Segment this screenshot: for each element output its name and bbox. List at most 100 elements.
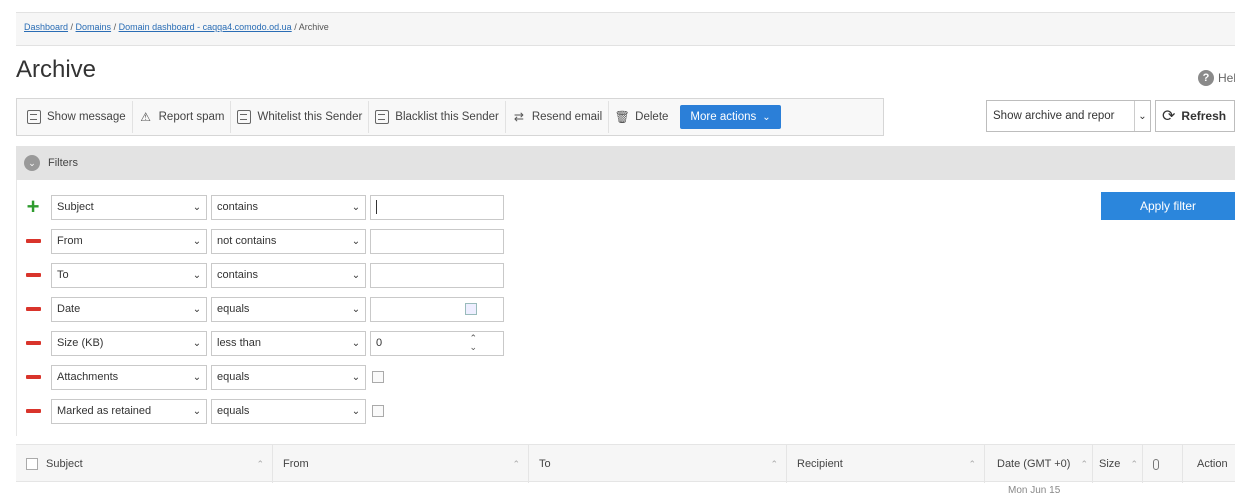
filter-field-select[interactable]: Marked as retained ⌄ [51, 398, 207, 424]
filter-operator-select[interactable]: equals ⌄ [211, 398, 366, 424]
refresh-button[interactable]: ⟳ Refresh [1155, 100, 1235, 132]
sort-icon: ⌃ [256, 458, 264, 469]
column-date[interactable]: Date (GMT +0) ⌃ [985, 445, 1093, 483]
trash-icon: 🗑 [614, 110, 630, 124]
remove-filter-button[interactable] [25, 233, 41, 249]
chevron-down-icon: ⌄ [192, 269, 202, 281]
resend-email-button[interactable]: ⇄ Resend email [506, 101, 610, 133]
breadcrumb: Dashboard / Domains / Domain dashboard -… [16, 12, 1235, 46]
filter-operator-value: equals [217, 371, 250, 383]
select-all-checkbox[interactable] [26, 458, 38, 470]
chevron-down-icon: ⌄ [351, 405, 361, 417]
filter-value-text: 0 [376, 337, 383, 349]
column-size[interactable]: Size ⌃ [1093, 445, 1143, 483]
more-actions-button[interactable]: More actions ⌄ [680, 105, 781, 129]
filter-field-select[interactable]: Date ⌄ [51, 296, 207, 322]
sort-icon: ⌃ [968, 458, 976, 469]
chevron-down-icon: ⌄ [192, 405, 202, 417]
chevron-down-icon: ⌄ [192, 303, 202, 315]
breadcrumb-dashboard[interactable]: Dashboard [24, 22, 68, 32]
help-label: Help [1218, 71, 1235, 85]
report-spam-button[interactable]: ⚠ Report spam [133, 101, 232, 133]
chevron-down-icon: ⌄ [351, 303, 361, 315]
column-subject-label: Subject [46, 458, 83, 470]
filter-field-select[interactable]: Size (KB) ⌄ [51, 330, 207, 356]
remove-filter-button[interactable] [25, 369, 41, 385]
apply-filter-button[interactable]: Apply filter [1101, 192, 1235, 220]
filter-field-value: Marked as retained [57, 405, 152, 417]
blacklist-sender-button[interactable]: Blacklist this Sender [369, 101, 506, 133]
paperclip-icon [1153, 458, 1159, 470]
size-stepper[interactable]: 0 ⌃ ⌄ [370, 330, 504, 356]
warning-icon: ⚠ [140, 110, 151, 124]
help-icon: ? [1198, 70, 1214, 86]
filter-field-value: To [57, 269, 69, 281]
filter-row-to: To ⌄ contains ⌄ [25, 262, 504, 288]
filter-operator-select[interactable]: contains ⌄ [211, 262, 366, 288]
column-recipient[interactable]: Recipient ⌃ [787, 445, 985, 483]
minus-icon [25, 273, 41, 277]
filter-field-value: From [57, 235, 83, 247]
show-message-button[interactable]: Show message [21, 101, 133, 133]
help-link[interactable]: ? Help [1198, 70, 1235, 86]
filter-operator-value: equals [217, 303, 250, 315]
column-date-label: Date (GMT +0) [997, 458, 1071, 470]
spinner-arrows-icon[interactable]: ⌃ ⌄ [469, 333, 477, 352]
retained-checkbox[interactable] [372, 405, 384, 417]
filter-value-input[interactable] [370, 194, 504, 220]
filter-operator-select[interactable]: contains ⌄ [211, 194, 366, 220]
chevron-down-icon: ⌄ [192, 201, 202, 213]
breadcrumb-separator: / [111, 22, 119, 32]
filters-title: Filters [48, 157, 78, 169]
filter-row-size: Size (KB) ⌄ less than ⌄ 0 ⌃ ⌄ [25, 330, 504, 356]
add-filter-button[interactable]: + [25, 196, 41, 218]
filter-field-select[interactable]: To ⌄ [51, 262, 207, 288]
breadcrumb-domains[interactable]: Domains [76, 22, 112, 32]
column-from[interactable]: From ⌃ [273, 445, 529, 483]
column-to[interactable]: To ⌃ [529, 445, 787, 483]
column-attachment[interactable] [1143, 445, 1183, 483]
resend-icon: ⇄ [513, 110, 524, 124]
filter-field-value: Size (KB) [57, 337, 104, 349]
filter-operator-value: contains [217, 269, 258, 281]
breadcrumb-domain-dashboard[interactable]: Domain dashboard - caqqa4.comodo.od.ua [119, 22, 292, 32]
calendar-icon[interactable] [465, 302, 477, 315]
filter-operator-select[interactable]: less than ⌄ [211, 330, 366, 356]
whitelist-label: Whitelist this Sender [257, 111, 363, 123]
filter-operator-value: contains [217, 201, 258, 213]
show-message-label: Show message [47, 111, 126, 123]
filter-row-attachments: Attachments ⌄ equals ⌄ [25, 364, 384, 390]
sort-icon: ⌃ [770, 458, 778, 469]
remove-filter-button[interactable] [25, 301, 41, 317]
view-mode-select[interactable]: Show archive and repor ⌄ [986, 100, 1151, 132]
filter-operator-select[interactable]: equals ⌄ [211, 364, 366, 390]
action-toolbar: Show message ⚠ Report spam Whitelist thi… [16, 98, 884, 136]
filter-operator-value: less than [217, 337, 262, 349]
delete-button[interactable]: 🗑 Delete [609, 101, 674, 133]
filter-operator-select[interactable]: equals ⌄ [211, 296, 366, 322]
page-title: Archive [16, 56, 97, 83]
chevron-down-icon: ⌄ [351, 235, 361, 247]
remove-filter-button[interactable] [25, 403, 41, 419]
column-recipient-label: Recipient [797, 458, 843, 470]
column-to-label: To [539, 458, 551, 470]
filter-operator-select[interactable]: not contains ⌄ [211, 228, 366, 254]
filter-field-select[interactable]: From ⌄ [51, 228, 207, 254]
filter-operator-value: not contains [217, 235, 277, 247]
resend-label: Resend email [531, 111, 603, 123]
filter-field-select[interactable]: Attachments ⌄ [51, 364, 207, 390]
filter-value-input[interactable] [370, 262, 504, 288]
sort-icon: ⌃ [1130, 458, 1138, 469]
chevron-down-icon: ⌄ [351, 337, 361, 349]
filters-toggle[interactable]: ⌄ Filters [16, 146, 1235, 180]
view-mode-value: Show archive and repor [993, 110, 1115, 122]
whitelist-sender-button[interactable]: Whitelist this Sender [231, 101, 370, 133]
remove-filter-button[interactable] [25, 335, 41, 351]
chevron-down-icon: ⌄ [192, 235, 202, 247]
filter-field-select[interactable]: Subject ⌄ [51, 194, 207, 220]
column-subject[interactable]: Subject ⌃ [16, 445, 273, 483]
filter-value-input[interactable] [370, 228, 504, 254]
date-input[interactable] [370, 296, 504, 322]
remove-filter-button[interactable] [25, 267, 41, 283]
attachments-checkbox[interactable] [372, 371, 384, 383]
